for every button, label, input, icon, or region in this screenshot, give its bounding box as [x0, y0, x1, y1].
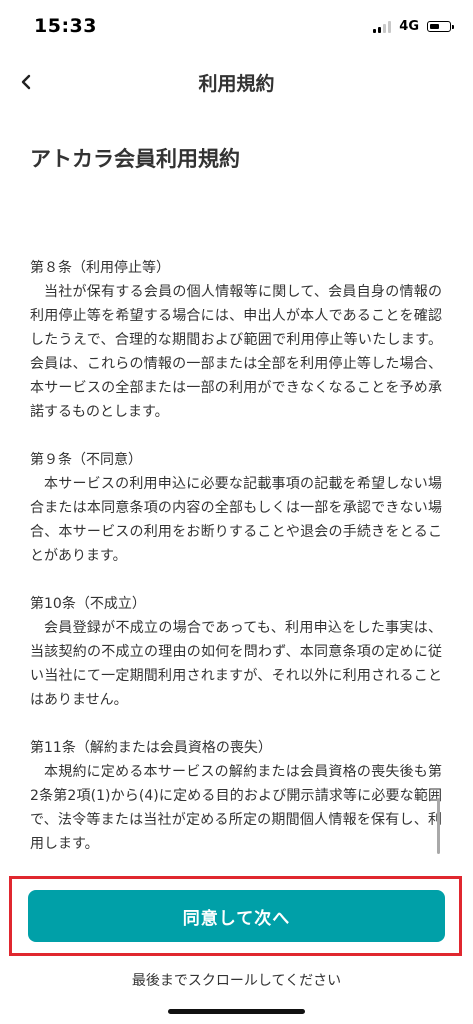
status-time: 15:33	[34, 15, 97, 37]
article-body: 会員登録が不成立の場合であっても、利用申込をした事実は、当該契約の不成立の理由の…	[30, 620, 442, 708]
article-11: 第11条（解約または会員資格の喪失） 本規約に定める本サービスの解約または会員資…	[30, 736, 442, 856]
status-bar: 15:33 4G	[0, 0, 473, 54]
battery-icon	[427, 21, 454, 32]
scroll-hint: 最後までスクロールしてください	[131, 973, 342, 989]
article-heading: 第11条（解約または会員資格の喪失）	[30, 740, 272, 756]
article-body: 本サービスの利用申込に必要な記載事項の記載を希望しない場合または本同意条項の内容…	[30, 476, 442, 564]
article-list: 第８条（利用停止等） 当社が保有する会員の個人情報等に関して、会員自身の情報の利…	[30, 256, 442, 856]
status-indicators: 4G	[373, 19, 454, 34]
navigation-bar: 利用規約	[0, 56, 473, 108]
network-type: 4G	[399, 19, 419, 34]
article-8: 第８条（利用停止等） 当社が保有する会員の個人情報等に関して、会員自身の情報の利…	[30, 256, 442, 424]
scrollbar[interactable]	[437, 798, 440, 854]
article-heading: 第８条（利用停止等）	[30, 260, 170, 276]
article-10: 第10条（不成立） 会員登録が不成立の場合であっても、利用申込をした事実は、当該…	[30, 592, 442, 712]
article-body: 当社が保有する会員の個人情報等に関して、会員自身の情報の利用停止等を希望する場合…	[30, 284, 442, 420]
document-title: アトカラ会員利用規約	[30, 147, 240, 171]
article-heading: 第９条（不同意）	[30, 452, 142, 468]
home-indicator	[168, 1009, 305, 1014]
article-heading: 第10条（不成立）	[30, 596, 146, 612]
agree-next-button[interactable]: 同意して次へ	[28, 890, 445, 942]
cellular-signal-icon	[373, 20, 392, 33]
article-9: 第９条（不同意） 本サービスの利用申込に必要な記載事項の記載を希望しない場合また…	[30, 448, 442, 568]
article-body: 本規約に定める本サービスの解約または会員資格の喪失後も第2条第2項(1)から(4…	[30, 764, 442, 852]
terms-scroll-area[interactable]: アトカラ会員利用規約 第８条（利用停止等） 当社が保有する会員の個人情報等に関し…	[30, 140, 442, 860]
page-title: 利用規約	[198, 73, 275, 95]
